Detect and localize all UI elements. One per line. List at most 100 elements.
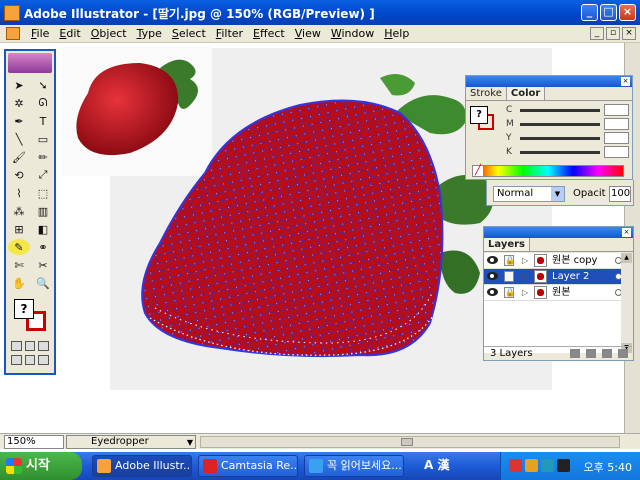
new-sublayer-icon[interactable] <box>586 349 596 358</box>
minimize-button[interactable]: _ <box>581 4 598 21</box>
menu-object[interactable]: Object <box>86 27 132 40</box>
ime-indicator[interactable]: A 漢 <box>424 456 449 473</box>
color-spectrum-ramp[interactable] <box>472 165 624 177</box>
magenta-field[interactable] <box>604 118 629 130</box>
menu-view[interactable]: View <box>290 27 326 40</box>
lock-icon[interactable]: 🔒 <box>504 255 515 266</box>
pen-tool[interactable]: ✒ <box>8 113 30 129</box>
color-panel-titlebar[interactable]: × <box>466 76 632 87</box>
unlock-icon[interactable] <box>504 271 514 282</box>
blend-mode-select[interactable]: Normal ▼ <box>493 186 565 202</box>
zoom-level-field[interactable]: 150% <box>4 435 64 449</box>
hand-tool[interactable]: ✋ <box>8 275 30 291</box>
layers-panel-titlebar[interactable]: × <box>484 227 633 238</box>
horizontal-scroll-thumb[interactable] <box>401 438 413 446</box>
mesh-tool[interactable]: ⊞ <box>8 221 30 237</box>
gradient-button[interactable] <box>24 341 36 351</box>
expand-triangle-icon[interactable]: ▷ <box>522 272 528 281</box>
menu-help[interactable]: Help <box>379 27 414 40</box>
direct-selection-tool[interactable]: ➘ <box>32 77 54 93</box>
menu-window[interactable]: Window <box>326 27 379 40</box>
doc-restore-button[interactable]: ▫ <box>606 27 620 40</box>
expand-triangle-icon[interactable]: ▷ <box>522 288 528 297</box>
chevron-down-icon[interactable]: ▼ <box>551 187 564 201</box>
eye-icon[interactable] <box>487 256 498 264</box>
clock[interactable]: 오후 5:40 <box>584 459 632 475</box>
doc-close-button[interactable]: × <box>622 27 636 40</box>
start-button[interactable]: 시작 <box>0 452 82 480</box>
magenta-slider[interactable] <box>520 122 600 126</box>
layer-row[interactable]: ▷ Layer 2 <box>484 269 632 285</box>
status-tool-select[interactable]: Eyedropper ▼ <box>66 435 196 449</box>
horizontal-scrollbar[interactable] <box>200 436 620 448</box>
expand-triangle-icon[interactable]: ▷ <box>522 256 528 265</box>
gradient-tool[interactable]: ◧ <box>32 221 54 237</box>
warp-tool[interactable]: ⌇ <box>8 185 30 201</box>
menu-select[interactable]: Select <box>167 27 211 40</box>
rectangle-tool[interactable]: ▭ <box>32 131 54 147</box>
blend-tool[interactable]: ⚭ <box>32 239 54 255</box>
menu-file[interactable]: File <box>26 27 54 40</box>
camtasia-tray-icon[interactable] <box>509 459 522 472</box>
color-fill-swatch[interactable]: ? <box>470 106 488 124</box>
paintbrush-tool[interactable]: 🖌 <box>8 149 30 165</box>
scissors-tool[interactable]: ✂ <box>32 257 54 273</box>
opacity-field[interactable]: 100 <box>609 186 631 202</box>
full-screen-menu-mode-button[interactable] <box>24 355 36 365</box>
magenta-slider-row[interactable]: M <box>506 118 629 130</box>
magic-wand-tool[interactable]: ✲ <box>8 95 30 111</box>
zoom-tool[interactable]: 🔍 <box>32 275 54 291</box>
task-camtasia[interactable]: Camtasia Re... <box>198 455 298 477</box>
menu-filter[interactable]: Filter <box>211 27 248 40</box>
close-button[interactable]: × <box>619 4 636 21</box>
tab-color[interactable]: Color <box>506 87 546 100</box>
pencil-tool[interactable]: ✏ <box>32 149 54 165</box>
document-icon[interactable] <box>6 27 20 40</box>
layer-row[interactable]: 🔒 ▷ 원본 <box>484 285 632 301</box>
lasso-tool[interactable]: ᘏ <box>32 95 54 111</box>
black-slider-row[interactable]: K <box>506 146 629 158</box>
black-slider[interactable] <box>520 150 600 154</box>
selection-tool[interactable]: ➤ <box>8 77 30 93</box>
type-tool[interactable]: T <box>32 113 54 129</box>
rotate-tool[interactable]: ⟲ <box>8 167 30 183</box>
symbol-sprayer-tool[interactable]: ⁂ <box>8 203 30 219</box>
cyan-field[interactable] <box>604 104 629 116</box>
cyan-slider[interactable] <box>520 108 600 112</box>
none-color-icon[interactable]: ╱ <box>472 165 484 177</box>
black-field[interactable] <box>604 146 629 158</box>
eye-icon[interactable] <box>487 288 498 296</box>
scroll-up-icon[interactable]: ▲ <box>621 253 632 263</box>
layers-scrollbar[interactable]: ▲ ▼ <box>621 253 632 353</box>
yellow-slider[interactable] <box>520 136 600 140</box>
color-panel-close-icon[interactable]: × <box>621 77 630 86</box>
task-illustrator[interactable]: Adobe Illustr... <box>92 455 192 477</box>
lock-icon[interactable]: 🔒 <box>504 287 515 298</box>
media-tray-icon[interactable] <box>557 459 570 472</box>
cyan-slider-row[interactable]: C <box>506 104 629 116</box>
eyedropper-tool[interactable]: ✎ <box>8 239 30 255</box>
eye-icon[interactable] <box>487 272 498 280</box>
layers-panel-close-icon[interactable]: × <box>622 228 631 237</box>
menu-type[interactable]: Type <box>132 27 167 40</box>
maximize-button[interactable]: □ <box>600 4 617 21</box>
chevron-down-icon[interactable]: ▼ <box>187 437 193 449</box>
trash-icon[interactable] <box>618 349 628 358</box>
doc-minimize-button[interactable]: _ <box>590 27 604 40</box>
yellow-slider-row[interactable]: Y <box>506 132 629 144</box>
free-transform-tool[interactable]: ⬚ <box>32 185 54 201</box>
toolbox-header[interactable] <box>8 53 52 73</box>
color-button[interactable] <box>11 341 22 351</box>
make-clipping-mask-icon[interactable] <box>570 349 580 358</box>
task-readme[interactable]: 꼭 읽어보세요... <box>304 455 404 477</box>
illustrator-app-icon[interactable] <box>4 5 20 21</box>
layer-row[interactable]: 🔒 ▷ 원본 copy <box>484 253 632 269</box>
yellow-field[interactable] <box>604 132 629 144</box>
none-button[interactable] <box>38 341 50 351</box>
fill-swatch[interactable]: ? <box>14 299 34 319</box>
new-layer-icon[interactable] <box>602 349 612 358</box>
tab-layers[interactable]: Layers <box>484 238 530 251</box>
standard-screen-mode-button[interactable] <box>11 355 22 365</box>
messenger-tray-icon[interactable] <box>525 459 538 472</box>
slice-tool[interactable]: ✄ <box>8 257 30 273</box>
